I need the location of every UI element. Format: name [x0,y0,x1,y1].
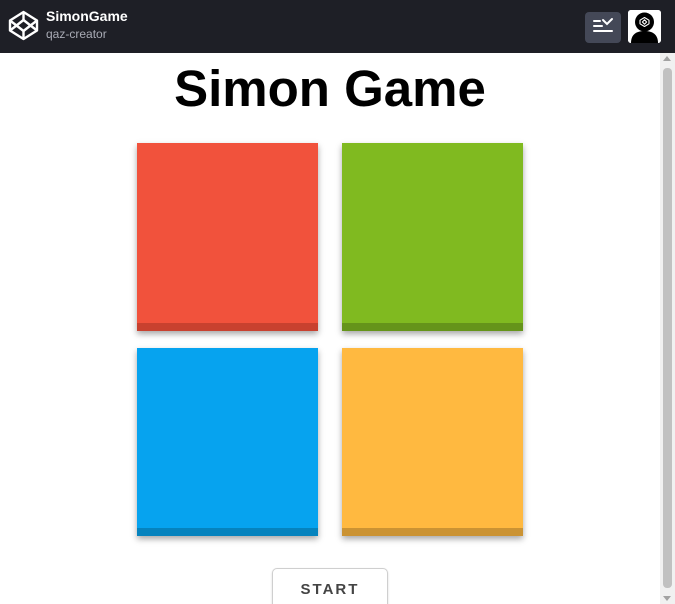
yellow-pad[interactable] [342,348,523,536]
change-view-button[interactable] [585,12,621,43]
top-bar: SimonGame qaz-creator [0,0,675,53]
yellow-pad-edge [342,528,523,536]
pen-title[interactable]: SimonGame [46,8,128,24]
game-preview: Simon Game START [0,53,660,604]
page-title: Simon Game [174,60,486,117]
pen-author[interactable]: qaz-creator [46,27,107,41]
blue-pad-edge [137,528,318,536]
scroll-down-arrow-icon[interactable] [663,596,671,601]
start-button[interactable]: START [272,568,388,604]
vertical-scrollbar[interactable] [660,53,675,604]
blue-pad[interactable] [137,348,318,536]
scroll-up-arrow-icon[interactable] [663,56,671,61]
user-avatar-icon[interactable] [628,10,661,43]
scrollbar-thumb[interactable] [663,68,672,588]
red-pad-edge [137,323,318,331]
layout-view-icon [592,17,614,38]
green-pad-edge [342,323,523,331]
codepen-logo-icon[interactable] [8,10,39,41]
red-pad[interactable] [137,143,318,331]
green-pad[interactable] [342,143,523,331]
